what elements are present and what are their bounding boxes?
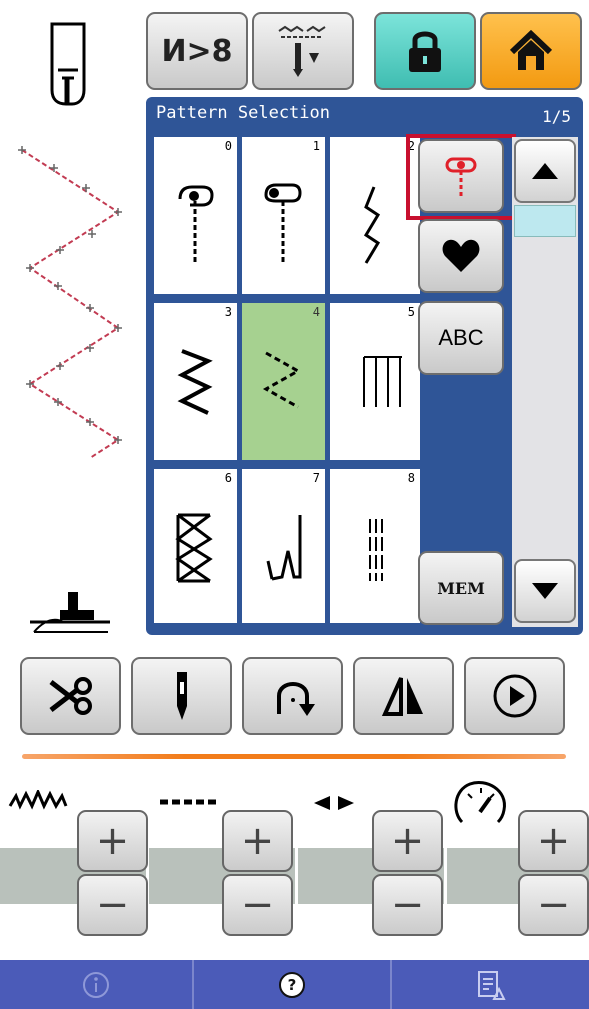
pattern-cell[interactable]: 7 [242,469,325,623]
scissors-icon [48,677,92,715]
pattern-cell[interactable]: 5 [330,303,420,460]
start-stop-button[interactable] [464,657,565,735]
overlock-stitch-icon [175,513,213,583]
help-button[interactable]: ? [194,960,390,1009]
stitch-length-plus-button[interactable]: + [222,810,293,872]
abc-button[interactable]: ABC [418,301,504,375]
pattern-cell-selected[interactable]: 4 [242,303,325,460]
page-indicator: 1/5 [542,107,571,126]
stitch-width-plus-button[interactable]: + [77,810,148,872]
dashed-zigzag-stitch-icon [262,351,302,409]
lock-button[interactable] [374,12,476,90]
report-icon [477,970,506,1000]
help-label: ? [287,975,297,994]
info-button[interactable] [0,960,192,1009]
pattern-cell[interactable]: 0 [154,137,237,294]
stitch-preview [10,140,135,470]
plus-label: + [95,818,130,864]
zigzag-width-icon [8,790,68,814]
minus-label: − [536,882,571,928]
buttonhole-stitch-icon [178,185,214,263]
needle-position-minus-button[interactable]: − [372,874,443,936]
panel-title: Pattern Selection [156,103,330,123]
pattern-cell[interactable]: 3 [154,303,237,460]
minus-label: − [240,882,275,928]
blind-hem-stitch-icon [363,356,402,407]
thread-cut-button[interactable]: И>8 [146,12,248,90]
triangle-down-icon [532,583,558,599]
triangle-up-icon [532,163,558,179]
reverse-stitch-button[interactable] [242,657,343,735]
plus-label: + [240,818,275,864]
dash-length-icon [158,796,218,808]
memory-button[interactable]: MEM [418,551,504,625]
speedometer-icon [452,780,510,828]
left-right-arrows-icon [312,794,356,812]
footer-bar: ? [0,960,589,1009]
minus-label: − [390,882,425,928]
minus-label: − [95,882,130,928]
scroll-down-button[interactable] [514,559,576,623]
speed-minus-button[interactable]: − [518,874,589,936]
triple-straight-stitch-icon [369,519,383,581]
blind-stitch-icon [266,515,302,581]
scrollbar-thumb[interactable] [514,205,576,237]
reverse-arrow-icon [276,682,315,716]
utility-stitch-button[interactable] [418,139,504,213]
needle-threader-button[interactable] [252,12,354,90]
zigzag-stitch-icon [177,349,213,415]
heart-icon [442,239,480,272]
pattern-cell[interactable]: 1 [242,137,325,294]
pattern-selection-panel: Pattern Selection 1/5 0 1 2 3 4 5 6 7 8 … [146,97,583,635]
needle-up-down-button[interactable] [131,657,232,735]
red-needle-icon [445,157,477,197]
needle-threader-icon [278,25,326,77]
help-icon: ? [279,971,305,998]
abc-label: ABC [438,325,484,350]
info-icon [83,971,109,998]
feed-dog-icon [28,588,112,638]
needle-position-plus-button[interactable]: + [372,810,443,872]
home-icon [509,30,553,70]
report-button[interactable] [392,960,589,1009]
pattern-cell[interactable]: 8 [330,469,420,623]
speed-plus-button[interactable]: + [518,810,589,872]
scroll-up-button[interactable] [514,139,576,203]
stitch-width-minus-button[interactable]: − [77,874,148,936]
pattern-cell[interactable]: 6 [154,469,237,623]
plus-label: + [390,818,425,864]
stitch-length-minus-button[interactable]: − [222,874,293,936]
keyhole-stitch-icon [264,183,302,263]
favorites-button[interactable] [418,219,504,293]
divider [22,754,566,759]
needle-icon [176,672,187,720]
home-button[interactable] [480,12,582,90]
thread-cut-label: И>8 [161,33,233,69]
plus-label: + [536,818,571,864]
thread-trim-button[interactable] [20,657,121,735]
mirror-icon [381,677,423,716]
lock-icon [409,31,441,72]
mem-label: MEM [437,578,485,598]
mirror-button[interactable] [353,657,454,735]
play-circle-icon [493,674,536,718]
presser-foot-icon [38,20,98,108]
